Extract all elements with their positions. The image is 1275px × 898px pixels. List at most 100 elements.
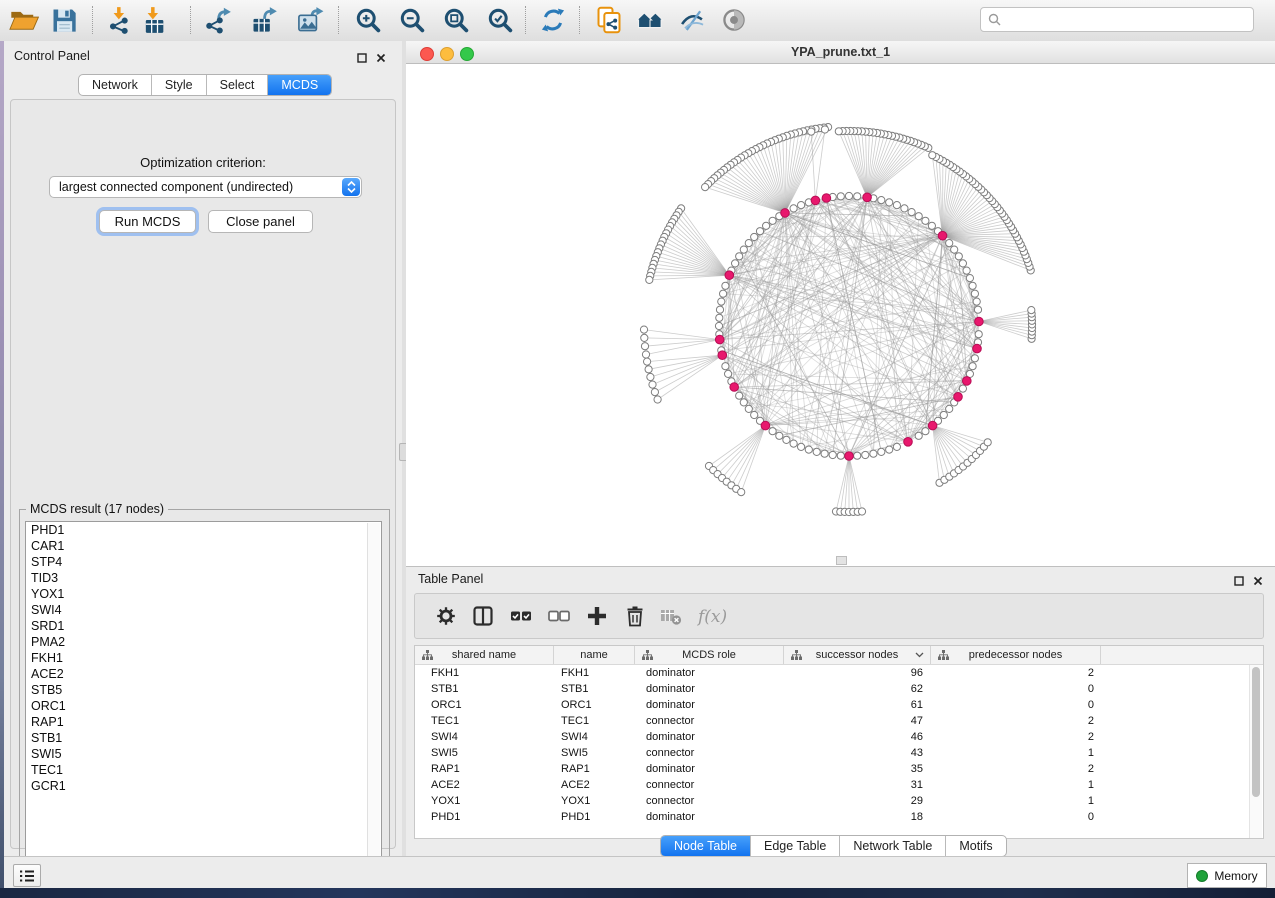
network-view-titlebar[interactable]: YPA_prune.txt_1 [406,41,1275,64]
mcds-result-item[interactable]: STB5 [26,682,381,698]
network-canvas[interactable] [406,64,1275,566]
cell-predecessor-nodes: 1 [931,745,1101,761]
delete-column-trash-icon[interactable] [622,604,648,630]
first-neighbors-button[interactable] [634,5,666,37]
toolbar-separator [92,6,93,34]
tab-network[interactable]: Network [79,75,152,95]
export-network-button[interactable] [202,5,234,37]
node-table[interactable]: shared namenameMCDS rolesuccessor nodesp… [414,645,1264,839]
cell-predecessor-nodes: 2 [931,665,1101,681]
column-header-shared-name[interactable]: shared name [415,646,554,664]
table-scrollbar-thumb[interactable] [1252,667,1260,797]
mcds-result-item[interactable]: SWI4 [26,602,381,618]
cell-name: RAP1 [554,761,635,777]
close-panel-icon[interactable] [1253,573,1263,591]
tab-edge-table[interactable]: Edge Table [751,836,840,856]
show-all-button[interactable] [718,5,750,37]
mcds-result-item[interactable]: SWI5 [26,746,381,762]
mcds-result-item[interactable]: GCR1 [26,778,381,794]
run-mcds-button[interactable]: Run MCDS [99,210,196,233]
mcds-result-item[interactable]: ACE2 [26,666,381,682]
cell-MCDS-role: dominator [635,729,784,745]
search-input[interactable] [1006,12,1253,28]
table-row[interactable]: STB1STB1dominator620 [415,681,1263,697]
export-image-button[interactable] [294,5,326,37]
cell-shared-name: TEC1 [415,713,554,729]
table-panel-tabs: Node TableEdge TableNetwork TableMotifs [660,835,1007,857]
table-row[interactable]: ORC1ORC1dominator610 [415,697,1263,713]
apply-layout-button[interactable] [537,5,569,37]
task-history-list-button[interactable] [13,864,41,887]
table-row[interactable]: SWI5SWI5connector431 [415,745,1263,761]
mcds-result-item[interactable]: SRD1 [26,618,381,634]
cell-MCDS-role: dominator [635,761,784,777]
mcds-result-item[interactable]: PHD1 [26,522,381,538]
table-row[interactable]: FKH1FKH1dominator962 [415,665,1263,681]
tab-node-table[interactable]: Node Table [661,836,751,856]
tab-mcds[interactable]: MCDS [268,75,331,95]
memory-button[interactable]: Memory [1187,863,1267,888]
cell-successor-nodes: 18 [784,809,931,825]
table-panel-title: Table Panel [418,572,483,586]
mcds-result-item[interactable]: STB1 [26,730,381,746]
column-header-MCDS-role[interactable]: MCDS role [635,646,784,664]
cell-successor-nodes: 47 [784,713,931,729]
cell-MCDS-role: dominator [635,681,784,697]
tab-select[interactable]: Select [207,75,269,95]
tab-style[interactable]: Style [152,75,207,95]
table-row[interactable]: RAP1RAP1dominator352 [415,761,1263,777]
mcds-result-item[interactable]: ORC1 [26,698,381,714]
table-row[interactable]: PHD1PHD1dominator180 [415,809,1263,825]
mcds-result-item[interactable]: TID3 [26,570,381,586]
save-session-button[interactable] [48,5,80,37]
add-column-icon[interactable] [584,604,610,630]
import-table-button[interactable] [138,5,170,37]
table-row[interactable]: SWI4SWI4dominator462 [415,729,1263,745]
cell-predecessor-nodes: 1 [931,777,1101,793]
column-header-name[interactable]: name [554,646,635,664]
close-panel-icon[interactable] [376,50,386,68]
clone-network-button[interactable] [593,5,625,37]
import-network-button[interactable] [104,5,136,37]
mcds-result-list[interactable]: PHD1CAR1STP4TID3YOX1SWI4SRD1PMA2FKH1ACE2… [25,521,382,875]
export-table-button[interactable] [248,5,280,37]
panel-resize-grip[interactable] [836,556,847,565]
mcds-list-scrollbar[interactable] [367,523,380,875]
criterion-dropdown[interactable]: largest connected component (undirected) [49,176,362,198]
tab-motifs[interactable]: Motifs [946,836,1005,856]
float-panel-icon[interactable] [357,50,367,68]
mcds-result-item[interactable]: PMA2 [26,634,381,650]
toolbar-separator [190,6,191,34]
table-scrollbar[interactable] [1249,665,1262,838]
column-header-predecessor-nodes[interactable]: predecessor nodes [931,646,1101,664]
tab-network-table[interactable]: Network Table [840,836,946,856]
desktop: Control Panel NetworkStyleSelectMCDS Opt… [0,0,1275,898]
cell-name: SWI4 [554,729,635,745]
zoom-fit-button[interactable] [440,5,472,37]
select-all-columns-icon[interactable] [508,604,534,630]
mcds-result-item[interactable]: FKH1 [26,650,381,666]
close-panel-button[interactable]: Close panel [208,210,313,233]
open-file-button[interactable] [8,5,40,37]
table-row[interactable]: TEC1TEC1connector472 [415,713,1263,729]
zoom-out-button[interactable] [396,5,428,37]
deselect-all-columns-icon[interactable] [546,604,572,630]
cell-predecessor-nodes: 2 [931,713,1101,729]
table-row[interactable]: ACE2ACE2connector311 [415,777,1263,793]
function-builder-icon-disabled: f(x) [696,604,732,630]
mcds-result-item[interactable]: STP4 [26,554,381,570]
show-column-panel-icon[interactable] [470,604,496,630]
zoom-selected-button[interactable] [484,5,516,37]
table-row[interactable]: YOX1YOX1connector291 [415,793,1263,809]
float-panel-icon[interactable] [1234,573,1244,591]
column-header-successor-nodes[interactable]: successor nodes [784,646,931,664]
zoom-in-button[interactable] [352,5,384,37]
hide-selected-button[interactable] [676,5,708,37]
mcds-result-item[interactable]: TEC1 [26,762,381,778]
table-settings-gear-icon[interactable] [433,604,459,630]
memory-label: Memory [1214,869,1257,883]
mcds-result-item[interactable]: YOX1 [26,586,381,602]
search-box[interactable] [980,7,1254,32]
mcds-result-item[interactable]: RAP1 [26,714,381,730]
mcds-result-item[interactable]: CAR1 [26,538,381,554]
